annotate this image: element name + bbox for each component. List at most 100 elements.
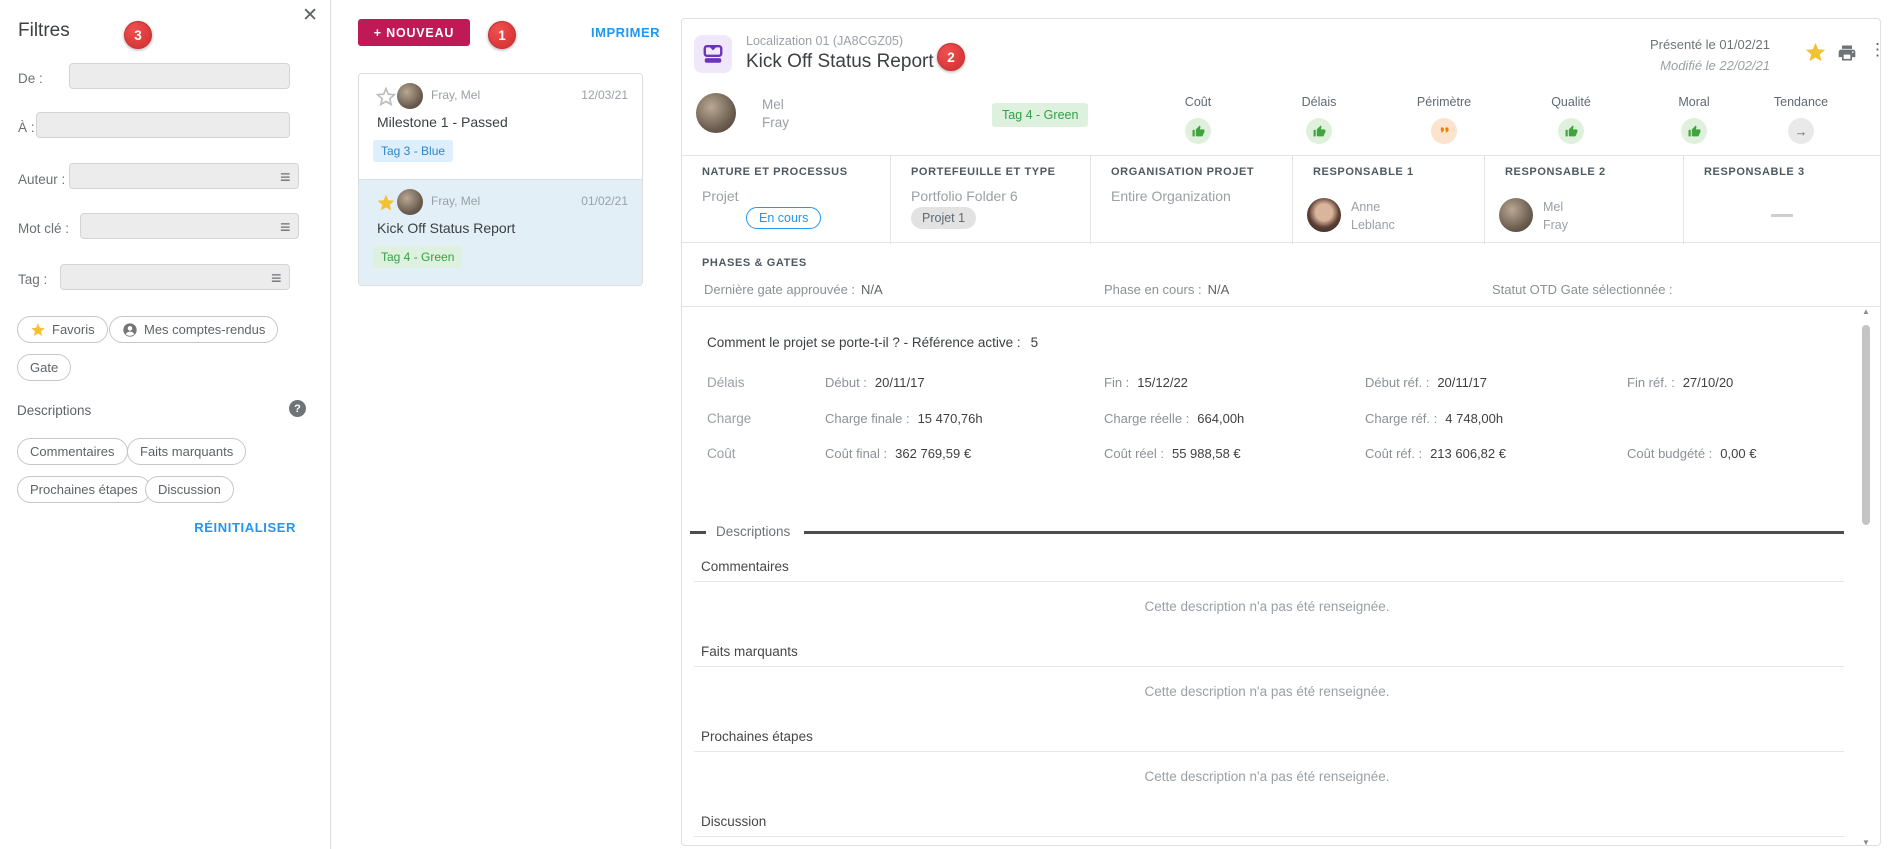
chip-commentaires[interactable]: Commentaires (17, 438, 128, 465)
metric-value: 213 606,82 € (1430, 446, 1506, 461)
filter-input-motcle[interactable] (80, 213, 299, 239)
indicator-tendance: Tendance → (1746, 95, 1856, 144)
filter-label-de: De : (18, 71, 43, 86)
metric-row-label-charge: Charge (707, 411, 751, 426)
filter-input-tag[interactable] (60, 264, 290, 290)
report-item-title: Milestone 1 - Passed (377, 114, 508, 130)
menu-icon[interactable]: ≡ (271, 269, 282, 287)
report-list-item[interactable]: Fray, Mel 12/03/21 Milestone 1 - Passed … (359, 74, 642, 179)
presented-date: Présenté le 01/02/21 (1650, 37, 1770, 52)
description-section-title: Prochaines étapes (701, 729, 813, 744)
responsable-last-name: Leblanc (1351, 218, 1395, 232)
info-value: Projet (702, 188, 739, 204)
avatar (397, 189, 423, 215)
scrollbar-thumb[interactable] (1862, 325, 1870, 525)
phase-field-value: N/A (1208, 282, 1230, 297)
tag-chip: Tag 3 - Blue (373, 140, 453, 162)
metric-cell: Coût budgété :0,00 € (1627, 446, 1756, 461)
indicator-moral: Moral (1639, 95, 1749, 144)
responsable-first-name: Anne (1351, 200, 1380, 214)
report-list-item[interactable]: Fray, Mel 01/02/21 Kick Off Status Repor… (359, 179, 642, 286)
empty-description-text: Cette description n'a pas été renseignée… (682, 769, 1852, 784)
info-cell-nature: NATURE ET PROCESSUS Projet En cours (682, 156, 890, 244)
descriptions-section-label: Descriptions (17, 403, 91, 418)
report-meta: Présenté le 01/02/21 Modifié le 22/02/21 (1650, 37, 1770, 73)
annotation-badge-1: 1 (488, 21, 516, 49)
author-last-name: Fray (762, 115, 789, 130)
report-tag-chip: Tag 4 - Green (992, 103, 1088, 127)
chip-gate[interactable]: Gate (17, 354, 71, 381)
scroll-down-icon[interactable]: ▼ (1860, 838, 1872, 846)
report-type-icon (694, 35, 732, 73)
filter-input-auteur[interactable] (69, 163, 299, 189)
chip-prochaines-etapes[interactable]: Prochaines étapes (17, 476, 151, 503)
metric-cell: Fin :15/12/22 (1104, 375, 1188, 390)
chip-favoris-label: Favoris (52, 322, 95, 337)
metric-value: 20/11/17 (875, 375, 925, 390)
chip-faits-marquants-label: Faits marquants (140, 444, 233, 459)
indicator-label: Périmètre (1389, 95, 1499, 109)
scroll-up-icon[interactable]: ▲ (1860, 307, 1872, 316)
thumb-up-icon (1306, 118, 1332, 144)
divider (682, 306, 1880, 307)
metric-cell: Coût réel :55 988,58 € (1104, 446, 1241, 461)
chip-discussion-label: Discussion (158, 482, 221, 497)
info-cell-responsable-1: RESPONSABLE 1 Anne Leblanc (1292, 156, 1484, 244)
star-filled-icon[interactable] (376, 193, 396, 213)
filter-input-de[interactable] (69, 63, 290, 89)
report-item-date: 12/03/21 (581, 88, 628, 102)
info-grid: NATURE ET PROCESSUS Projet En cours PORT… (682, 155, 1880, 243)
metric-key: Coût réel : (1104, 446, 1164, 461)
filter-label-auteur: Auteur : (18, 172, 65, 187)
new-report-button[interactable]: + NOUVEAU (358, 19, 470, 46)
metric-value: 4 748,00h (1445, 411, 1503, 426)
chip-mes-comptes-rendus[interactable]: Mes comptes-rendus (109, 316, 278, 343)
more-menu-icon[interactable]: ⋮ (1869, 41, 1881, 59)
chip-faits-marquants[interactable]: Faits marquants (127, 438, 246, 465)
report-title: Kick Off Status Report (746, 51, 934, 73)
filter-input-a[interactable] (36, 112, 290, 138)
description-section-title: Faits marquants (701, 644, 798, 659)
metric-row-label-cout: Coût (707, 446, 736, 461)
help-icon[interactable]: ? (289, 400, 306, 417)
menu-icon[interactable]: ≡ (280, 218, 291, 236)
divider (694, 581, 1844, 582)
chip-discussion[interactable]: Discussion (145, 476, 234, 503)
printer-icon[interactable] (1837, 43, 1857, 63)
close-icon[interactable]: ✕ (302, 4, 318, 27)
metric-cell: Coût réf. :213 606,82 € (1365, 446, 1506, 461)
divider (694, 751, 1844, 752)
metric-key: Début : (825, 375, 867, 390)
metric-cell: Début : 20/11/17 (825, 375, 925, 390)
metric-cell: Coût final :362 769,59 € (825, 446, 971, 461)
metric-value: 15/12/22 (1137, 375, 1188, 390)
report-detail-card: Localization 01 (JA8CGZ05) Kick Off Stat… (681, 18, 1881, 846)
metric-cell: Début réf. :20/11/17 (1365, 375, 1487, 390)
star-icon (30, 322, 46, 338)
report-item-author: Fray, Mel (431, 88, 480, 102)
project-pill: Projet 1 (911, 207, 976, 229)
thumb-up-icon (1185, 118, 1211, 144)
report-item-title: Kick Off Status Report (377, 220, 515, 236)
print-button[interactable]: IMPRIMER (591, 25, 660, 40)
metric-key: Début réf. : (1365, 375, 1429, 390)
responsable-first-name: Mel (1543, 200, 1563, 214)
favorite-star-icon[interactable] (1804, 41, 1827, 64)
avatar (1307, 198, 1341, 232)
filter-label-motcle: Mot clé : (18, 221, 69, 236)
chip-mes-comptes-rendus-label: Mes comptes-rendus (144, 322, 265, 337)
metric-key: Charge finale : (825, 411, 910, 426)
metric-value: 664,00h (1197, 411, 1244, 426)
reset-filters-link[interactable]: RÉINITIALISER (194, 520, 296, 535)
report-subtitle: Localization 01 (JA8CGZ05) (746, 34, 903, 48)
info-cell-portefeuille: PORTEFEUILLE ET TYPE Portfolio Folder 6 … (890, 156, 1090, 244)
filters-title: Filtres (18, 20, 70, 42)
metric-key: Charge réf. : (1365, 411, 1437, 426)
star-outline-icon[interactable] (376, 87, 396, 107)
menu-icon[interactable]: ≡ (280, 168, 291, 186)
indicator-delais: Délais (1264, 95, 1374, 144)
metric-value: 362 769,59 € (895, 446, 971, 461)
chip-favoris[interactable]: Favoris (17, 316, 108, 343)
scrollbar[interactable]: ▲ ▼ (1860, 307, 1872, 846)
phase-field-label: Dernière gate approuvée : (704, 282, 855, 297)
